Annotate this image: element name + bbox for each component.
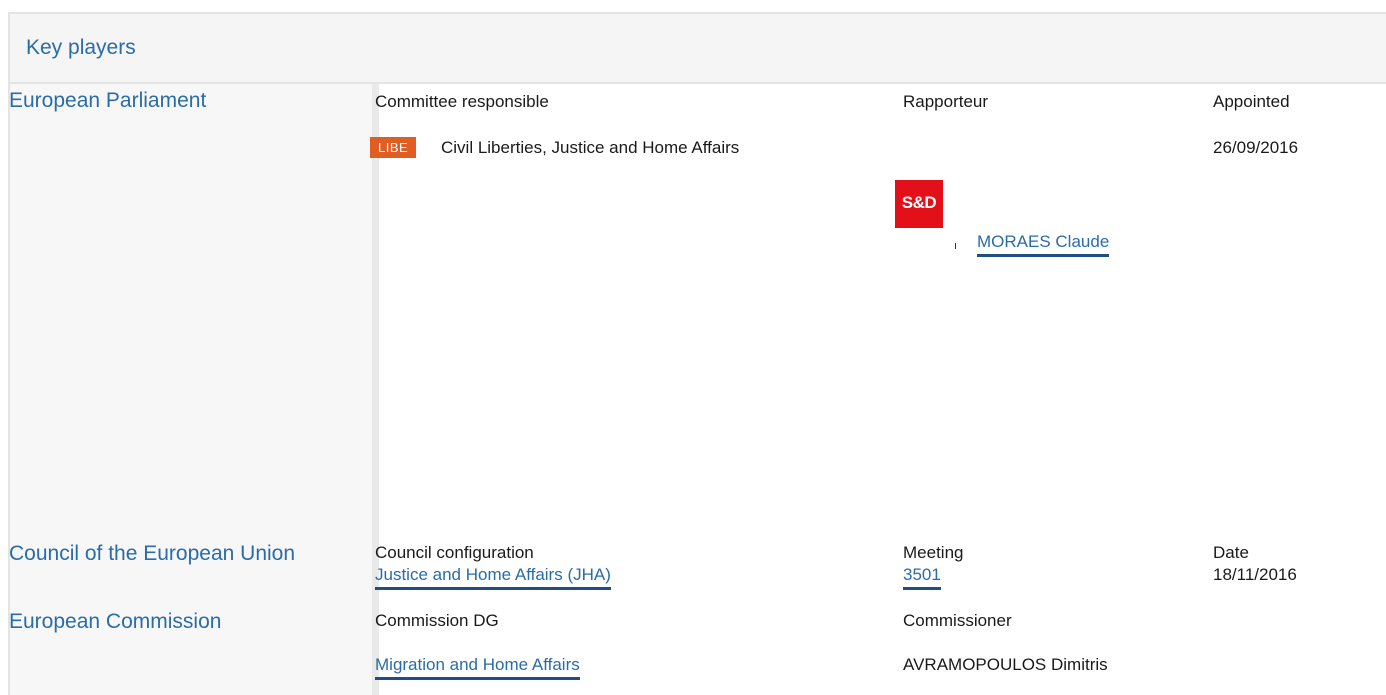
rapporteur-link[interactable]: MORAES Claude xyxy=(977,232,1110,257)
council-configuration-link[interactable]: Justice and Home Affairs (JHA) xyxy=(375,565,611,590)
council-title: Council of the European Union xyxy=(9,542,296,565)
institution-column xyxy=(10,84,372,695)
meeting-header: Meeting xyxy=(903,543,964,562)
appointed-header: Appointed xyxy=(1213,92,1290,111)
sd-group-logo-text: S&D xyxy=(901,193,937,212)
commission-title: European Commission xyxy=(9,610,222,633)
sd-group-logo: S&D xyxy=(895,180,943,228)
commission-dg-link[interactable]: Migration and Home Affairs xyxy=(375,655,580,680)
appointed-date: 26/09/2016 xyxy=(1213,138,1299,157)
european-parliament-title: European Parliament xyxy=(9,89,207,112)
key-players-header: Key players xyxy=(10,14,1386,84)
key-players-title: Key players xyxy=(26,36,136,59)
committee-badge: LIBE xyxy=(370,137,417,158)
date-header: Date xyxy=(1213,543,1249,562)
commission-dg-header: Commission DG xyxy=(375,611,499,630)
key-players-panel: Key players xyxy=(8,12,1386,695)
commissioner-name: AVRAMOPOULOS Dimitris xyxy=(903,655,1108,674)
rapporteur-header: Rapporteur xyxy=(903,92,989,111)
meeting-link[interactable]: 3501 xyxy=(903,565,941,590)
council-configuration-header: Council configuration xyxy=(375,543,534,562)
column-divider xyxy=(372,84,379,695)
committee-responsible-header: Committee responsible xyxy=(375,92,549,111)
commissioner-header: Commissioner xyxy=(903,611,1012,630)
logo-separator xyxy=(955,243,956,249)
committee-name: Civil Liberties, Justice and Home Affair… xyxy=(441,138,740,157)
council-date: 18/11/2016 xyxy=(1213,565,1297,584)
